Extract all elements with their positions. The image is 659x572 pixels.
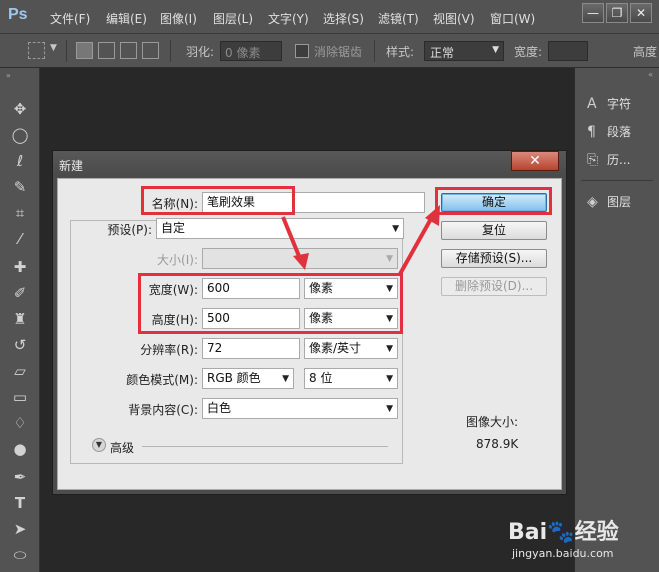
watermark-url: jingyan.baidu.com — [512, 547, 614, 560]
annotation-arrows — [281, 205, 440, 275]
paw-icon: 🐾 — [547, 520, 575, 545]
watermark-brand-text: Bai — [508, 520, 548, 545]
arrow-line-up — [398, 216, 434, 275]
arrow-head-down — [293, 253, 309, 270]
arrow-line-down — [281, 216, 303, 262]
watermark-brand-cn: 经验 — [574, 520, 619, 545]
watermark-brand: Bai🐾经验 — [508, 514, 619, 546]
